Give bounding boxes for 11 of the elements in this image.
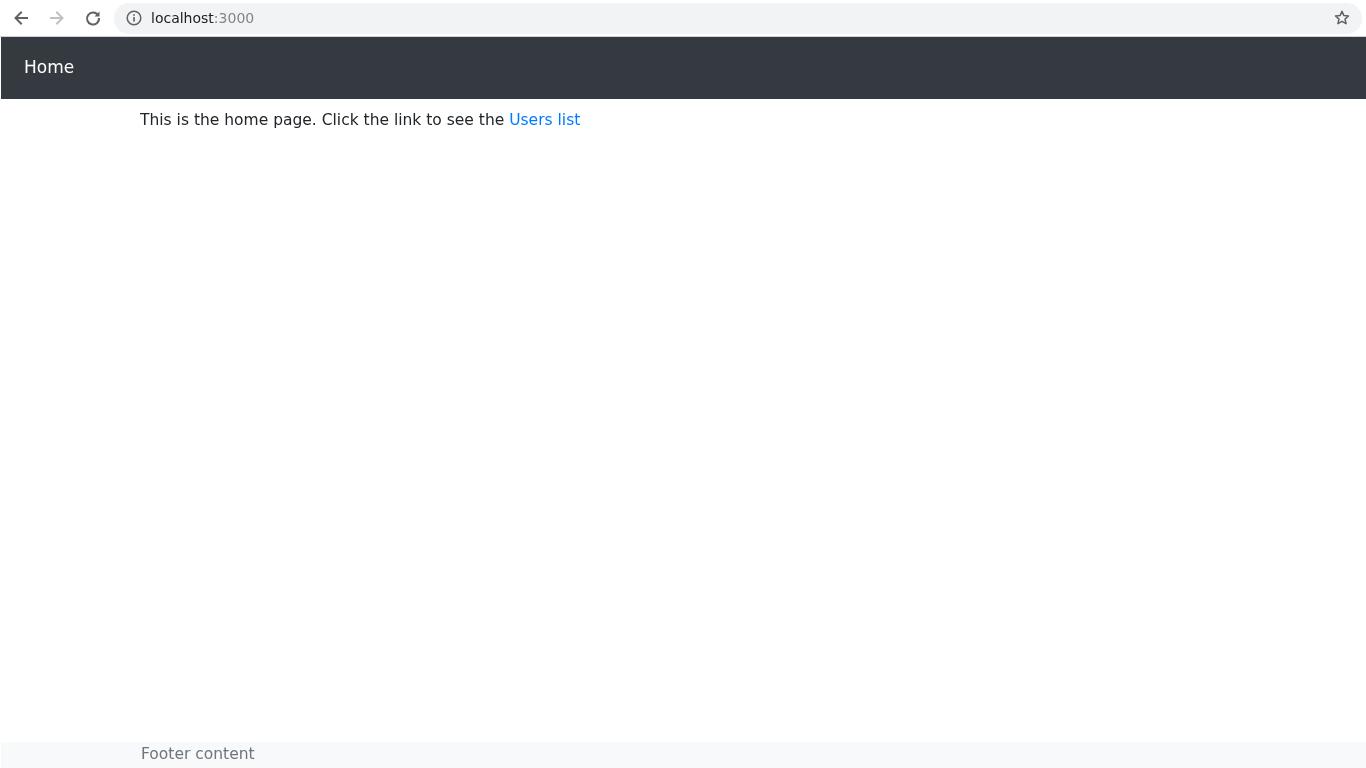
url-text: localhost:3000	[151, 8, 255, 28]
reload-icon	[84, 9, 102, 27]
footer-text: Footer content	[141, 744, 255, 766]
info-icon	[126, 10, 142, 26]
address-bar[interactable]: localhost:3000	[114, 2, 1362, 34]
back-arrow-icon	[12, 9, 30, 27]
home-link[interactable]: Home	[24, 55, 75, 81]
star-icon	[1334, 10, 1350, 26]
intro-text: This is the home page. Click the link to see the Users list	[140, 110, 582, 131]
forward-arrow-icon	[48, 9, 66, 27]
users-list-link[interactable]: Users list	[509, 111, 581, 129]
